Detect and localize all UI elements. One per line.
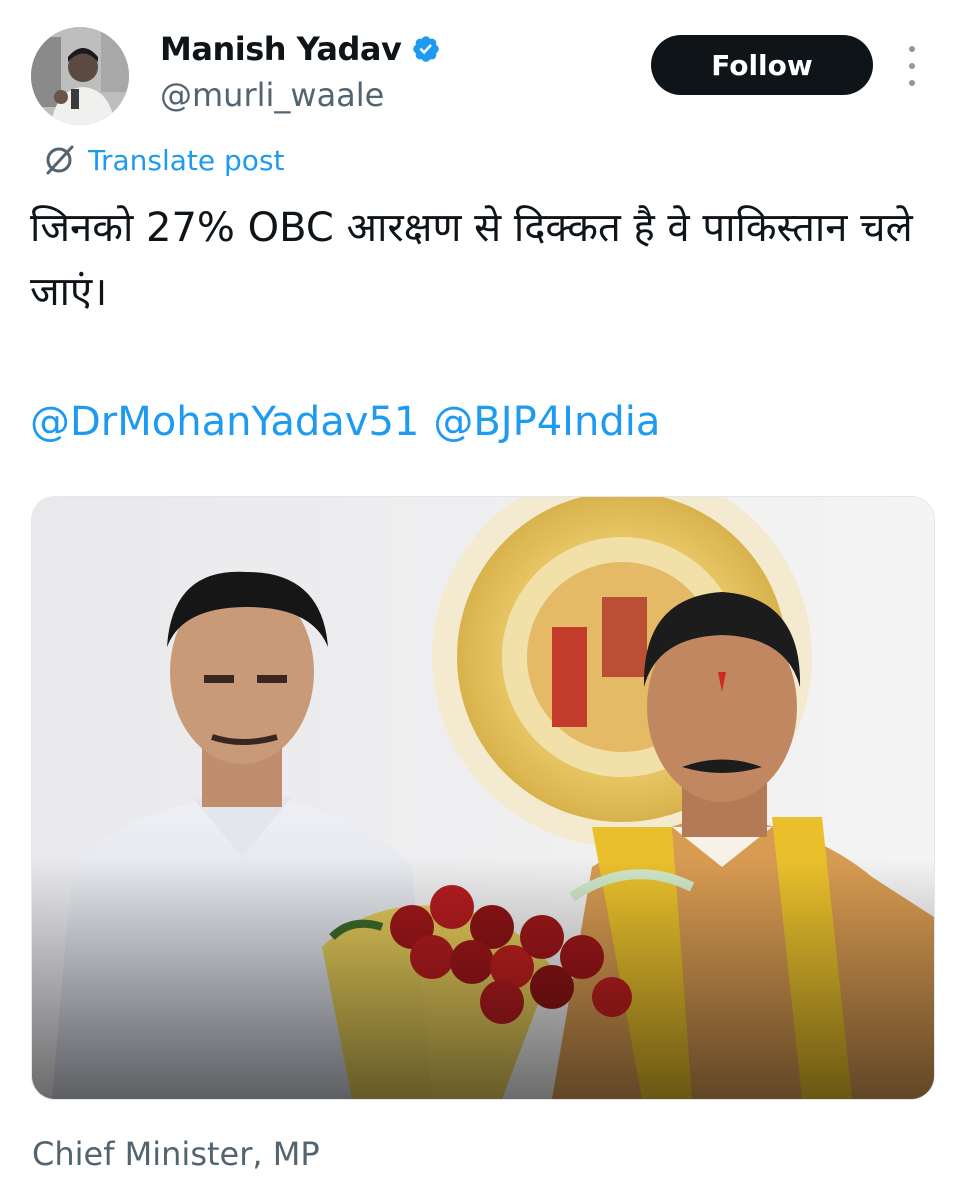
tweet-card: Manish Yadav @murli_waale Follow Transla…	[0, 0, 963, 1200]
mention-link[interactable]: @DrMohanYadav51	[30, 390, 419, 454]
author-name-row[interactable]: Manish Yadav	[160, 30, 441, 68]
avatar[interactable]	[31, 27, 129, 125]
post-photo[interactable]	[31, 496, 935, 1100]
verified-badge-icon	[411, 34, 441, 64]
mentions: @DrMohanYadav51 @BJP4India	[30, 390, 660, 454]
vertical-ellipsis-icon[interactable]	[900, 46, 924, 86]
ellipsis-dot	[909, 46, 915, 52]
display-name[interactable]: Manish Yadav	[160, 30, 402, 68]
translate-globe-icon	[40, 141, 78, 179]
ellipsis-dot	[909, 63, 915, 69]
translate-post-link[interactable]: Translate post	[40, 141, 285, 179]
follow-button[interactable]: Follow	[651, 35, 873, 95]
post-text: जिनको 27% OBC आरक्षण से दिक्कत है वे पाक…	[30, 205, 913, 315]
author-handle[interactable]: @murli_waale	[160, 76, 384, 114]
user-avatar-photo	[31, 27, 129, 125]
ellipsis-dot	[909, 80, 915, 86]
photo-caption: Chief Minister, MP	[32, 1135, 320, 1173]
mention-link[interactable]: @BJP4India	[433, 390, 660, 454]
translate-post-label[interactable]: Translate post	[88, 144, 285, 177]
photo-content	[32, 497, 934, 1099]
